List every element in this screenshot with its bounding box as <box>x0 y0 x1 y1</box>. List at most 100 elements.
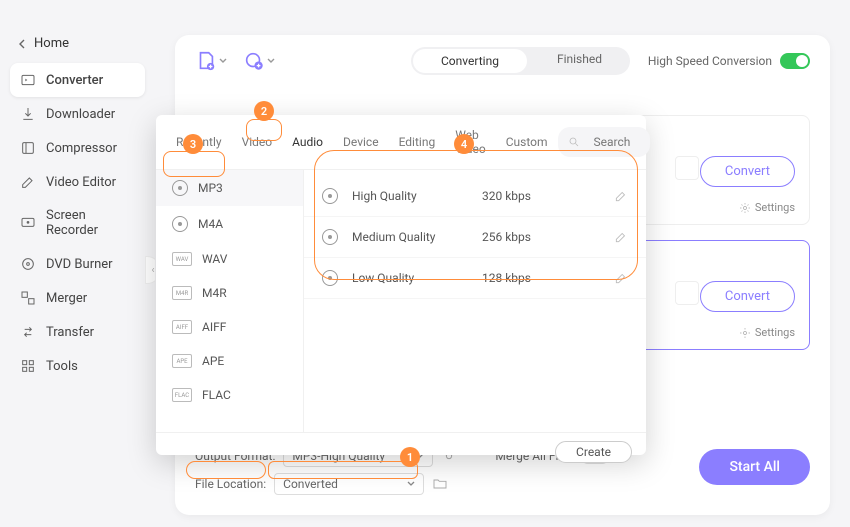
sidebar-item-tools[interactable]: Tools <box>10 349 145 383</box>
disc-icon <box>322 270 338 286</box>
preset-name: High Quality <box>352 189 482 203</box>
sidebar-item-label: DVD Burner <box>46 257 113 272</box>
sidebar-item-label: Screen Recorder <box>46 208 135 238</box>
start-all-button[interactable]: Start All <box>699 449 810 485</box>
edit-icon[interactable] <box>614 189 628 203</box>
dvd-icon <box>20 256 36 272</box>
sidebar-item-compressor[interactable]: Compressor <box>10 131 145 165</box>
gear-icon <box>739 327 751 339</box>
disc-icon <box>322 188 338 204</box>
preset-icon[interactable] <box>675 281 699 305</box>
preset-bitrate: 320 kbps <box>482 189 614 203</box>
format-label: FLAC <box>202 388 231 402</box>
chevron-left-icon <box>18 39 28 49</box>
converter-icon <box>20 72 36 88</box>
preset-name: Medium Quality <box>352 230 482 244</box>
tab-finished[interactable]: Finished <box>529 47 630 75</box>
format-badge-icon: FLAC <box>172 388 192 402</box>
add-file-icon <box>195 50 217 72</box>
format-badge-icon: APE <box>172 354 192 368</box>
sidebar-item-label: Merger <box>46 291 87 306</box>
preset-medium-quality[interactable]: Medium Quality256 kbps <box>304 217 646 258</box>
create-button[interactable]: Create <box>555 441 632 463</box>
preset-low-quality[interactable]: Low Quality128 kbps <box>304 258 646 299</box>
preset-high-quality[interactable]: High Quality320 kbps <box>304 176 646 217</box>
chevron-down-icon <box>407 480 415 488</box>
popup-tabs: RecentlyVideoAudioDeviceEditingWeb Video… <box>156 115 646 170</box>
format-wav[interactable]: WAV WAV <box>156 242 303 276</box>
edit-icon[interactable] <box>614 230 628 244</box>
format-m4r[interactable]: M4R M4R <box>156 276 303 310</box>
format-list: MP3 M4A WAV WAV M4R M4R AIFF AIFF APE APE FLAC FLAC <box>156 170 304 432</box>
format-m4a[interactable]: M4A <box>156 206 303 242</box>
convert-button[interactable]: Convert <box>700 156 795 187</box>
file-location-select[interactable]: Converted <box>274 473 424 495</box>
high-speed-toggle[interactable] <box>780 53 810 69</box>
format-popup: RecentlyVideoAudioDeviceEditingWeb Video… <box>156 115 646 455</box>
preset-bitrate: 256 kbps <box>482 230 614 244</box>
preset-icon[interactable] <box>675 156 699 180</box>
file-location-label: File Location: <box>195 477 266 491</box>
editor-icon <box>20 174 36 190</box>
sidebar-item-transfer[interactable]: Transfer <box>10 315 145 349</box>
step-badge-2: 2 <box>254 101 274 121</box>
downloader-icon <box>20 106 36 122</box>
sidebar-item-label: Transfer <box>46 325 94 340</box>
disc-icon <box>322 229 338 245</box>
format-ape[interactable]: APE APE <box>156 344 303 378</box>
format-label: WAV <box>202 252 227 266</box>
sidebar-item-label: Converter <box>46 73 103 88</box>
home-link[interactable]: Home <box>0 30 155 57</box>
format-label: APE <box>202 354 224 368</box>
sidebar-item-video-editor[interactable]: Video Editor <box>10 165 145 199</box>
add-file-button[interactable] <box>195 50 227 72</box>
settings-link[interactable]: Settings <box>739 326 795 339</box>
preset-bitrate: 128 kbps <box>482 271 614 285</box>
sidebar: Home Converter Downloader Compressor Video … <box>0 0 155 527</box>
sidebar-item-label: Downloader <box>46 107 115 122</box>
compressor-icon <box>20 140 36 156</box>
edit-icon[interactable] <box>614 271 628 285</box>
popup-tab-custom[interactable]: Custom <box>496 130 558 154</box>
disc-icon <box>172 180 188 196</box>
format-flac[interactable]: FLAC FLAC <box>156 378 303 412</box>
step-badge-4: 4 <box>454 134 474 154</box>
status-segment[interactable]: Converting Finished <box>411 47 630 75</box>
preset-list: High Quality320 kbpsMedium Quality256 kb… <box>304 170 646 432</box>
sidebar-item-label: Video Editor <box>46 175 116 190</box>
format-badge-icon: AIFF <box>172 320 192 334</box>
sidebar-item-screen-recorder[interactable]: Screen Recorder <box>10 199 145 247</box>
disc-icon <box>172 216 188 232</box>
sidebar-item-downloader[interactable]: Downloader <box>10 97 145 131</box>
tab-converting[interactable]: Converting <box>413 49 527 73</box>
search-input[interactable]: Search <box>558 127 651 157</box>
format-label: MP3 <box>198 181 223 195</box>
transfer-icon <box>20 324 36 340</box>
format-label: AIFF <box>202 320 226 334</box>
format-badge-icon: WAV <box>172 252 192 266</box>
sidebar-item-label: Tools <box>46 359 78 374</box>
popup-tab-editing[interactable]: Editing <box>389 130 446 154</box>
popup-tab-video[interactable]: Video <box>232 130 283 154</box>
format-mp3[interactable]: MP3 <box>156 170 303 206</box>
high-speed-label: High Speed Conversion <box>648 54 772 68</box>
step-badge-1: 1 <box>400 447 420 467</box>
gear-icon <box>739 202 751 214</box>
format-aiff[interactable]: AIFF AIFF <box>156 310 303 344</box>
settings-link[interactable]: Settings <box>739 201 795 214</box>
topbar: Converting Finished High Speed Conversio… <box>175 35 830 87</box>
add-folder-button[interactable] <box>243 50 275 72</box>
sidebar-item-converter[interactable]: Converter <box>10 63 145 97</box>
popup-tab-audio[interactable]: Audio <box>282 130 333 154</box>
popup-tab-device[interactable]: Device <box>333 130 389 154</box>
merger-icon <box>20 290 36 306</box>
preset-name: Low Quality <box>352 271 482 285</box>
format-badge-icon: M4R <box>172 286 192 300</box>
sidebar-item-merger[interactable]: Merger <box>10 281 145 315</box>
folder-icon[interactable] <box>432 476 448 492</box>
tools-icon <box>20 358 36 374</box>
sidebar-item-dvd-burner[interactable]: DVD Burner <box>10 247 145 281</box>
format-label: M4R <box>202 286 227 300</box>
recorder-icon <box>20 215 36 231</box>
convert-button[interactable]: Convert <box>700 281 795 312</box>
